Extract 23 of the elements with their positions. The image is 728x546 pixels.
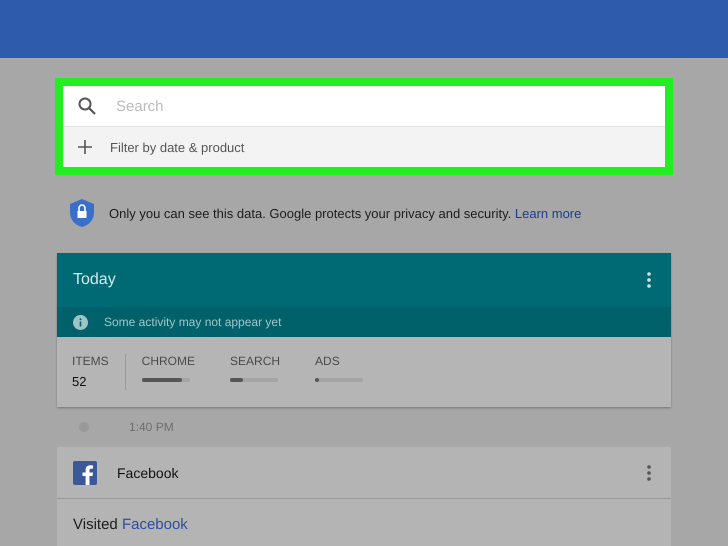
info-icon — [73, 314, 88, 330]
stat-label: CHROME — [142, 354, 196, 368]
filter-button[interactable]: Filter by date & product — [63, 127, 665, 167]
more-icon[interactable] — [647, 464, 651, 480]
stat-label: SEARCH — [230, 354, 280, 368]
shield-lock-icon — [69, 198, 95, 228]
privacy-text: Only you can see this data. Google protects your privacy and security. Learn more — [109, 206, 582, 220]
plus-icon — [78, 140, 92, 154]
notice-text: Some activity may not appear yet — [104, 315, 282, 329]
search-icon — [78, 97, 96, 115]
more-icon[interactable] — [647, 272, 651, 288]
learn-more-link[interactable]: Learn more — [514, 206, 582, 220]
search-bar[interactable]: Search — [63, 86, 665, 127]
visited-text: Visited Facebook — [73, 516, 188, 532]
stat-label: ADS — [315, 354, 341, 368]
stat-label: ITEMS — [72, 354, 109, 368]
activity-title: Facebook — [117, 464, 178, 480]
site-icon — [73, 460, 97, 484]
search-field[interactable]: Search — [114, 96, 665, 116]
stat-value: 52 — [72, 374, 88, 389]
site-link[interactable]: Facebook — [122, 516, 188, 532]
time-label: 1:40 PM — [129, 420, 174, 434]
card-title: Today — [73, 271, 116, 289]
